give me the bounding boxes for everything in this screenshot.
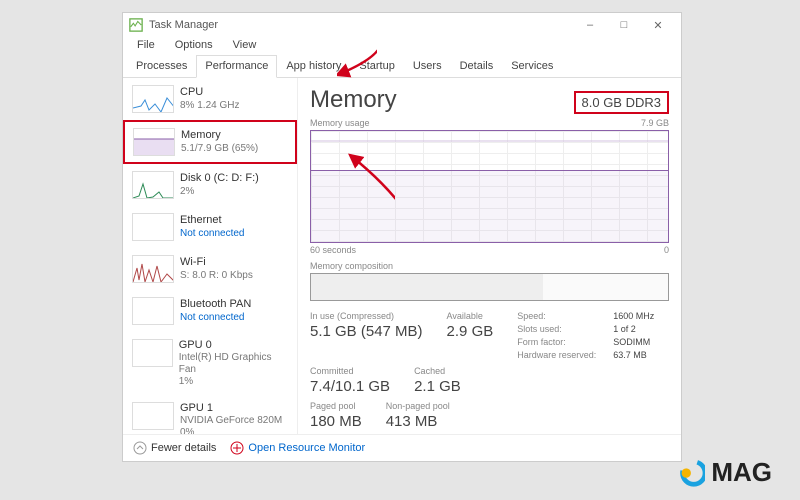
- committed-label: Committed: [310, 366, 390, 376]
- sidebar-item-cpu[interactable]: CPU8% 1.24 GHz: [123, 78, 297, 120]
- cpu-thumb: [132, 85, 174, 113]
- task-manager-window: Task Manager – □ ✕ File Options View Pro…: [122, 12, 682, 462]
- nonpaged-value: 413 MB: [386, 413, 450, 430]
- form-factor-label: Form factor:: [517, 337, 607, 347]
- memory-composition-chart: [310, 273, 669, 301]
- wifi-thumb: [132, 255, 174, 283]
- tab-processes[interactable]: Processes: [127, 55, 196, 77]
- menu-file[interactable]: File: [129, 37, 163, 53]
- tab-performance[interactable]: Performance: [196, 55, 277, 78]
- speed-value: 1600 MHz: [613, 311, 654, 321]
- menubar: File Options View: [123, 37, 681, 53]
- sidebar-item-sub: 8% 1.24 GHz: [180, 100, 239, 112]
- sidebar-item-sub: Intel(R) HD Graphics Fan 1%: [179, 352, 288, 388]
- committed-value: 7.4/10.1 GB: [310, 378, 390, 395]
- axis-right: 0: [664, 245, 669, 255]
- form-factor-value: SODIMM: [613, 337, 650, 347]
- cached-value: 2.1 GB: [414, 378, 461, 395]
- available-value: 2.9 GB: [447, 323, 494, 340]
- usage-chart-max: 7.9 GB: [641, 118, 669, 128]
- minimize-button[interactable]: –: [573, 13, 607, 37]
- slots-label: Slots used:: [517, 324, 607, 334]
- monitor-icon: [230, 441, 244, 455]
- sidebar-item-sub: S: 8.0 R: 0 Kbps: [180, 270, 253, 282]
- usage-chart-label: Memory usage: [310, 118, 370, 128]
- content-area: CPU8% 1.24 GHz Memory5.1/7.9 GB (65%) Di…: [123, 78, 681, 434]
- menu-options[interactable]: Options: [167, 37, 221, 53]
- bluetooth-thumb: [132, 297, 174, 325]
- logo-icon: [675, 458, 705, 488]
- cached-label: Cached: [414, 366, 461, 376]
- sidebar-item-wifi[interactable]: Wi-FiS: 8.0 R: 0 Kbps: [123, 248, 297, 290]
- close-button[interactable]: ✕: [641, 13, 675, 37]
- sidebar-item-memory[interactable]: Memory5.1/7.9 GB (65%): [123, 120, 297, 164]
- paged-label: Paged pool: [310, 401, 362, 411]
- sidebar-item-bluetooth[interactable]: Bluetooth PANNot connected: [123, 290, 297, 332]
- speed-label: Speed:: [517, 311, 607, 321]
- tab-users[interactable]: Users: [404, 55, 451, 77]
- in-use-label: In use (Compressed): [310, 311, 423, 321]
- sidebar-item-label: Ethernet: [180, 214, 245, 227]
- tab-app-history[interactable]: App history: [277, 55, 350, 77]
- nonpaged-label: Non-paged pool: [386, 401, 450, 411]
- window-title: Task Manager: [149, 19, 573, 31]
- watermark-logo: MAG: [675, 457, 772, 488]
- tab-details[interactable]: Details: [451, 55, 503, 77]
- reserved-label: Hardware reserved:: [517, 350, 607, 360]
- tab-startup[interactable]: Startup: [350, 55, 403, 77]
- sidebar-item-gpu0[interactable]: GPU 0Intel(R) HD Graphics Fan 1%: [123, 332, 297, 395]
- in-use-value: 5.1 GB (547 MB): [310, 323, 423, 340]
- sidebar-item-sub: 2%: [180, 186, 259, 198]
- sidebar-item-sub: Not connected: [180, 228, 245, 240]
- logo-text: MAG: [711, 457, 772, 488]
- app-icon: [129, 18, 143, 32]
- ethernet-thumb: [132, 213, 174, 241]
- sidebar-item-sub: 5.1/7.9 GB (65%): [181, 143, 258, 155]
- memory-usage-chart: [310, 130, 669, 243]
- reserved-value: 63.7 MB: [613, 350, 647, 360]
- tab-services[interactable]: Services: [502, 55, 562, 77]
- sidebar-item-label: CPU: [180, 86, 239, 99]
- axis-left: 60 seconds: [310, 245, 356, 255]
- menu-view[interactable]: View: [225, 37, 265, 53]
- sidebar-item-label: Bluetooth PAN: [180, 298, 251, 311]
- footer: Fewer details Open Resource Monitor: [123, 434, 681, 461]
- memory-thumb: [133, 128, 175, 156]
- perf-sidebar: CPU8% 1.24 GHz Memory5.1/7.9 GB (65%) Di…: [123, 78, 298, 434]
- slots-value: 1 of 2: [613, 324, 636, 334]
- composition-label: Memory composition: [310, 261, 669, 271]
- gpu1-thumb: [132, 402, 174, 430]
- available-label: Available: [447, 311, 494, 321]
- titlebar: Task Manager – □ ✕: [123, 13, 681, 37]
- sidebar-item-label: Memory: [181, 129, 258, 142]
- sidebar-item-gpu1[interactable]: GPU 1NVIDIA GeForce 820M 0%: [123, 395, 297, 434]
- page-title: Memory: [310, 86, 397, 114]
- fewer-details-button[interactable]: Fewer details: [133, 441, 216, 455]
- sidebar-item-ethernet[interactable]: EthernetNot connected: [123, 206, 297, 248]
- paged-value: 180 MB: [310, 413, 362, 430]
- sidebar-item-label: GPU 0: [179, 339, 288, 352]
- sidebar-item-label: Disk 0 (C: D: F:): [180, 172, 259, 185]
- sidebar-item-label: Wi-Fi: [180, 256, 253, 269]
- sidebar-item-label: GPU 1: [180, 402, 282, 415]
- sidebar-item-disk[interactable]: Disk 0 (C: D: F:)2%: [123, 164, 297, 206]
- open-resource-monitor-link[interactable]: Open Resource Monitor: [230, 441, 365, 455]
- main-panel: Memory 8.0 GB DDR3 Memory usage 7.9 GB 60…: [298, 78, 681, 434]
- sidebar-item-sub: NVIDIA GeForce 820M 0%: [180, 415, 282, 434]
- maximize-button[interactable]: □: [607, 13, 641, 37]
- memory-capacity: 8.0 GB DDR3: [574, 91, 669, 114]
- sidebar-item-sub: Not connected: [180, 312, 251, 324]
- disk-thumb: [132, 171, 174, 199]
- tab-bar: Processes Performance App history Startu…: [123, 55, 681, 78]
- chevron-up-icon: [133, 441, 147, 455]
- gpu0-thumb: [132, 339, 173, 367]
